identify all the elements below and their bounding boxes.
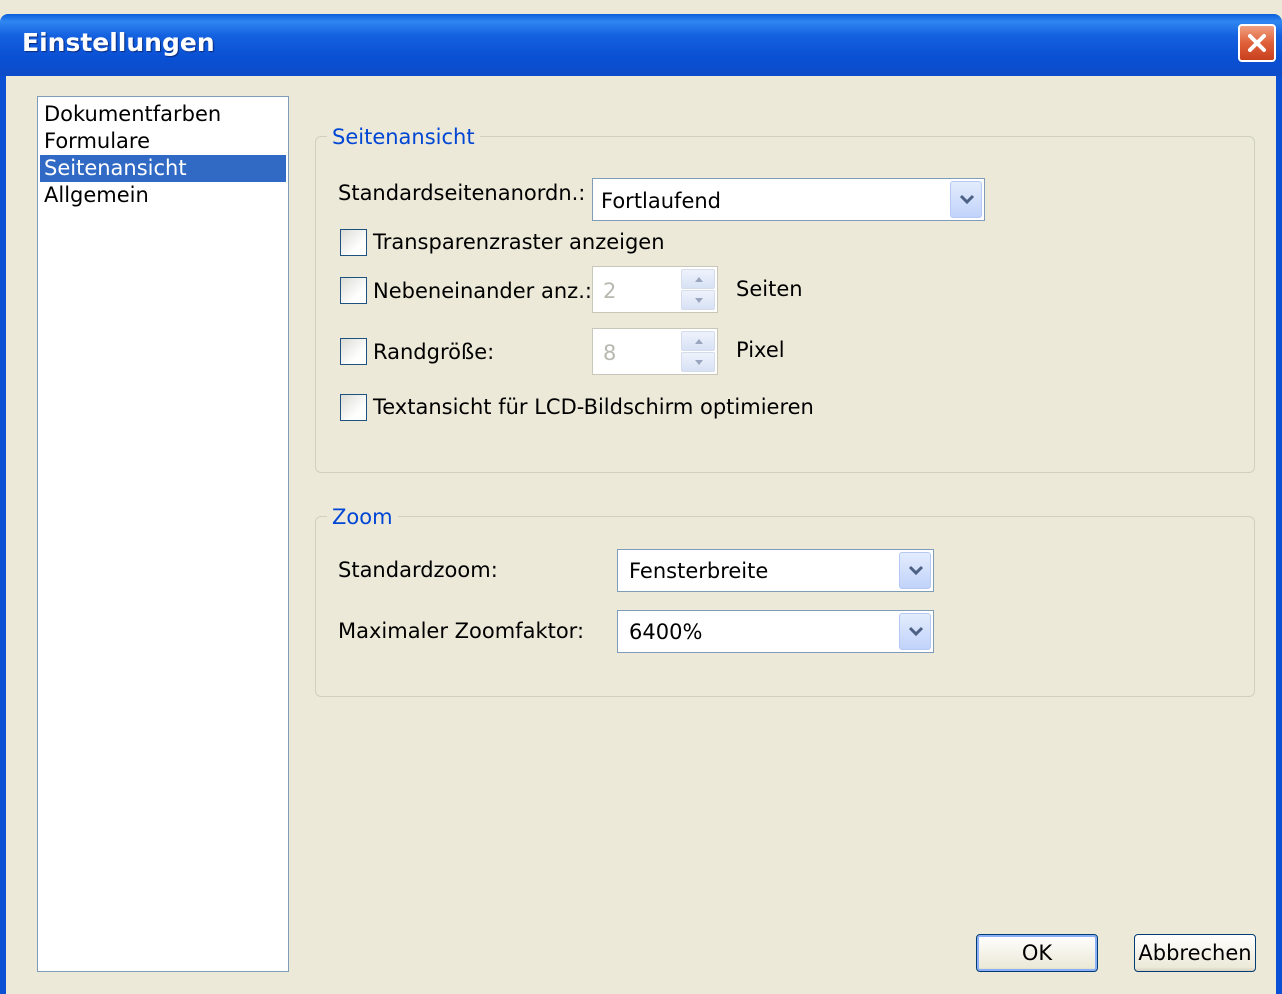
- layout-dropdown-button[interactable]: [950, 181, 982, 218]
- window-frame-left: [0, 76, 6, 994]
- window-frame-right: [1276, 76, 1282, 994]
- border-size-value: 8: [603, 341, 617, 365]
- settings-dialog: Einstellungen Dokumentfarben Formulare S…: [0, 0, 1282, 994]
- seitenansicht-legend: Seitenansicht: [327, 125, 480, 149]
- lcd-text-label: Textansicht für LCD-Bildschirm optimiere…: [373, 395, 814, 419]
- side-by-side-up-button[interactable]: [681, 269, 715, 289]
- layout-dropdown[interactable]: Fortlaufend: [592, 178, 985, 221]
- side-by-side-value: 2: [603, 279, 617, 303]
- close-icon: [1248, 34, 1266, 52]
- close-button[interactable]: [1238, 24, 1276, 62]
- default-zoom-dropdown-button[interactable]: [899, 552, 931, 589]
- default-zoom-dropdown[interactable]: Fensterbreite: [617, 549, 934, 592]
- default-zoom-label: Standardzoom:: [338, 558, 498, 582]
- max-zoom-value: 6400%: [629, 620, 703, 644]
- layout-dropdown-value: Fortlaufend: [601, 189, 722, 213]
- max-zoom-dropdown[interactable]: 6400%: [617, 610, 934, 653]
- arrow-down-icon: [695, 298, 703, 303]
- window-title: Einstellungen: [22, 28, 215, 57]
- side-by-side-label: Nebeneinander anz.:: [373, 279, 592, 303]
- chevron-down-icon: [908, 626, 924, 637]
- default-zoom-value: Fensterbreite: [629, 559, 769, 583]
- max-zoom-dropdown-button[interactable]: [899, 613, 931, 650]
- max-zoom-label: Maximaler Zoomfaktor:: [338, 619, 585, 643]
- transparency-label: Transparenzraster anzeigen: [373, 230, 665, 254]
- category-list[interactable]: Dokumentfarben Formulare Seitenansicht A…: [37, 96, 289, 972]
- chevron-down-icon: [959, 194, 975, 205]
- category-item-allgemein[interactable]: Allgemein: [40, 182, 286, 209]
- side-by-side-spinner[interactable]: 2: [592, 266, 718, 313]
- side-by-side-down-button[interactable]: [681, 290, 715, 310]
- side-by-side-unit: Seiten: [736, 277, 803, 301]
- category-item-dokumentfarben[interactable]: Dokumentfarben: [40, 101, 286, 128]
- title-bar[interactable]: Einstellungen: [0, 14, 1282, 76]
- cancel-button[interactable]: Abbrechen: [1134, 934, 1256, 972]
- arrow-up-icon: [695, 277, 703, 282]
- zoom-legend: Zoom: [327, 505, 398, 529]
- border-size-spinner[interactable]: 8: [592, 328, 718, 375]
- border-size-down-button[interactable]: [681, 352, 715, 372]
- border-size-checkbox[interactable]: [340, 338, 367, 365]
- arrow-up-icon: [695, 339, 703, 344]
- category-item-formulare[interactable]: Formulare: [40, 128, 286, 155]
- zoom-group: [315, 516, 1255, 697]
- layout-label: Standardseitenanordn.:: [338, 181, 586, 205]
- chevron-down-icon: [908, 565, 924, 576]
- border-size-up-button[interactable]: [681, 331, 715, 351]
- transparency-checkbox[interactable]: [340, 229, 367, 256]
- category-item-seitenansicht[interactable]: Seitenansicht: [40, 155, 286, 182]
- border-size-unit: Pixel: [736, 338, 785, 362]
- arrow-down-icon: [695, 360, 703, 365]
- ok-button[interactable]: OK: [976, 934, 1098, 972]
- border-size-label: Randgröße:: [373, 340, 495, 364]
- lcd-text-checkbox[interactable]: [340, 394, 367, 421]
- side-by-side-checkbox[interactable]: [340, 277, 367, 304]
